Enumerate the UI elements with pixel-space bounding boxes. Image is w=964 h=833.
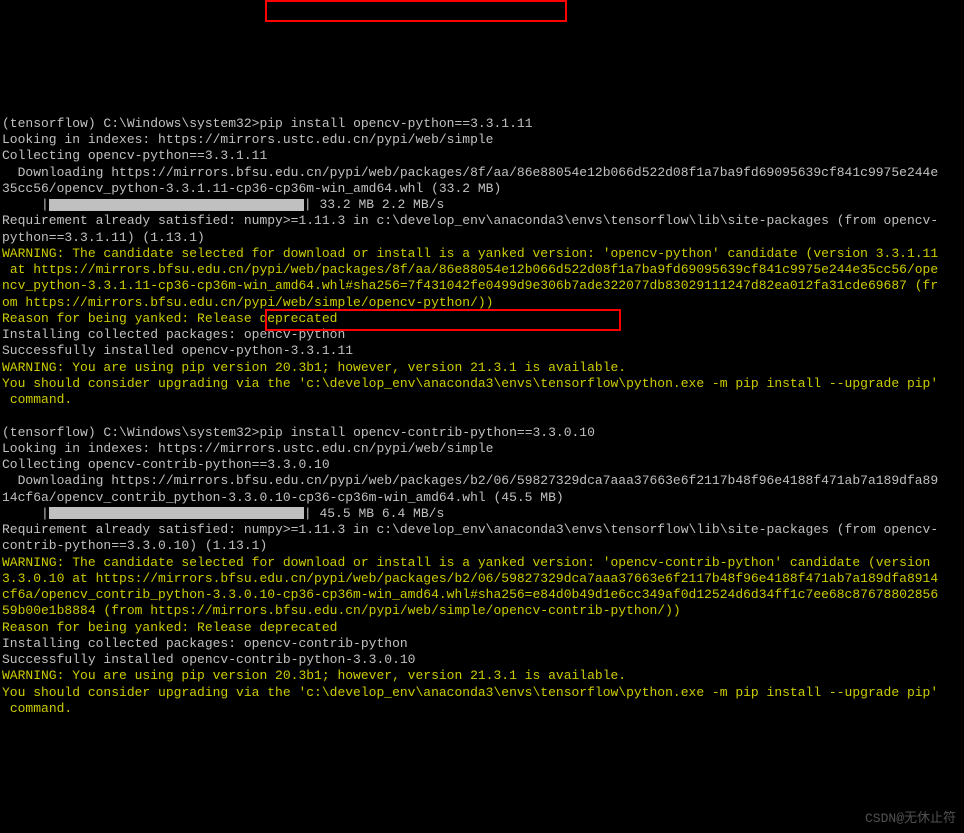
progress-bar-2 <box>49 507 304 519</box>
progress-bar-1 <box>49 199 304 211</box>
success-1: Successfully installed opencv-python-3.3… <box>2 343 353 358</box>
yank-warning-1a: WARNING: The candidate selected for down… <box>2 246 938 261</box>
requirement-2a: Requirement already satisfied: numpy>=1.… <box>2 522 938 537</box>
yank-warning-1c: ncv_python-3.3.1.11-cp36-cp36m-win_amd64… <box>2 278 938 293</box>
download-url-2b: 14cf6a/opencv_contrib_python-3.3.0.10-cp… <box>2 490 564 505</box>
requirement-1b: python==3.3.1.11) (1.13.1) <box>2 230 205 245</box>
installing-1: Installing collected packages: opencv-py… <box>2 327 345 342</box>
download-url-1b: 35cc56/opencv_python-3.3.1.11-cp36-cp36m… <box>2 181 501 196</box>
highlight-command-1 <box>265 0 567 22</box>
download-url-2a: Downloading https://mirrors.bfsu.edu.cn/… <box>2 473 938 488</box>
command-2: pip install opencv-contrib-python==3.3.0… <box>259 425 594 440</box>
yank-warning-1d: om https://mirrors.bfsu.edu.cn/pypi/web/… <box>2 295 493 310</box>
pip-warning-2c: command. <box>2 701 72 716</box>
requirement-1a: Requirement already satisfied: numpy>=1.… <box>2 213 938 228</box>
pip-warning-1a: WARNING: You are using pip version 20.3b… <box>2 360 626 375</box>
collecting-2: Collecting opencv-contrib-python==3.3.0.… <box>2 457 330 472</box>
watermark: CSDN@无休止符 <box>865 811 956 827</box>
yank-reason-2: Reason for being yanked: Release depreca… <box>2 620 337 635</box>
yank-warning-2c: cf6a/opencv_contrib_python-3.3.0.10-cp36… <box>2 587 938 602</box>
requirement-2b: contrib-python==3.3.0.10) (1.13.1) <box>2 538 267 553</box>
prompt-line-1: (tensorflow) C:\Windows\system32> <box>2 116 259 131</box>
progress-text-1: 33.2 MB 2.2 MB/s <box>312 197 445 212</box>
yank-warning-1b: at https://mirrors.bfsu.edu.cn/pypi/web/… <box>2 262 938 277</box>
pip-warning-2a: WARNING: You are using pip version 20.3b… <box>2 668 626 683</box>
collecting-1: Collecting opencv-python==3.3.1.11 <box>2 148 267 163</box>
pip-warning-2b: You should consider upgrading via the 'c… <box>2 685 938 700</box>
progress-prefix-1: | <box>2 197 49 212</box>
download-url-1a: Downloading https://mirrors.bfsu.edu.cn/… <box>2 165 938 180</box>
success-2: Successfully installed opencv-contrib-py… <box>2 652 415 667</box>
prompt-line-2: (tensorflow) C:\Windows\system32> <box>2 425 259 440</box>
lookup-index-2: Looking in indexes: https://mirrors.ustc… <box>2 441 493 456</box>
progress-suffix-1: | <box>304 197 312 212</box>
progress-prefix-2: | <box>2 506 49 521</box>
yank-warning-2a: WARNING: The candidate selected for down… <box>2 555 938 570</box>
terminal-output[interactable]: (tensorflow) C:\Windows\system32>pip ins… <box>2 116 962 717</box>
progress-text-2: 45.5 MB 6.4 MB/s <box>312 506 445 521</box>
progress-suffix-2: | <box>304 506 312 521</box>
lookup-index-1: Looking in indexes: https://mirrors.ustc… <box>2 132 493 147</box>
pip-warning-1b: You should consider upgrading via the 'c… <box>2 376 938 391</box>
pip-warning-1c: command. <box>2 392 72 407</box>
yank-warning-2b: 3.3.0.10 at https://mirrors.bfsu.edu.cn/… <box>2 571 938 586</box>
installing-2: Installing collected packages: opencv-co… <box>2 636 408 651</box>
command-1: pip install opencv-python==3.3.1.11 <box>259 116 532 131</box>
yank-reason-1: Reason for being yanked: Release depreca… <box>2 311 337 326</box>
